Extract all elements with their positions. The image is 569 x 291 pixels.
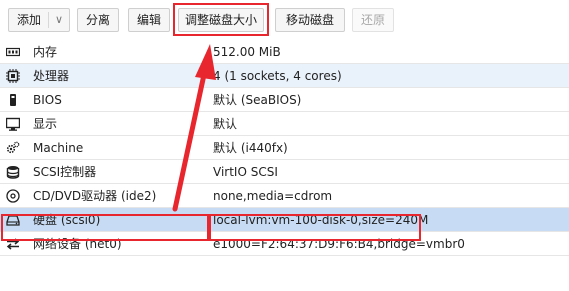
machine-icon (6, 141, 20, 154)
hardware-row-machine[interactable]: Machine 默认 (i440fx) (0, 136, 569, 160)
hardware-value: local-lvm:vm-100-disk-0,size=240M (213, 213, 429, 227)
hardware-row-cdrom[interactable]: CD/DVD驱动器 (ide2) none,media=cdrom (0, 184, 569, 208)
revert-button[interactable]: 还原 (352, 8, 394, 32)
hardware-row-memory[interactable]: 内存 512.00 MiB (0, 40, 569, 64)
add-button-label: 添加 (17, 13, 42, 27)
hardware-name: 网络设备 (net0) (33, 237, 122, 251)
hardware-row-harddisk[interactable]: 硬盘 (scsi0) local-lvm:vm-100-disk-0,size=… (0, 208, 569, 232)
edit-button[interactable]: 编辑 (128, 8, 170, 32)
storage-icon (6, 166, 20, 179)
hardware-value: 默认 (SeaBIOS) (213, 93, 302, 107)
network-icon (6, 238, 20, 250)
hardware-value: none,media=cdrom (213, 189, 333, 203)
move-disk-button[interactable]: 移动磁盘 (275, 8, 345, 32)
hardware-row-display[interactable]: 显示 默认 (0, 112, 569, 136)
hardware-value: e1000=F2:64:37:D9:F6:B4,bridge=vmbr0 (213, 237, 465, 251)
memory-icon (6, 47, 20, 57)
processor-icon (6, 69, 20, 83)
hardware-name: 硬盘 (scsi0) (33, 213, 101, 227)
hardware-name: 处理器 (33, 69, 70, 83)
toolbar: 添加 ∨ 分离 编辑 调整磁盘大小 移动磁盘 还原 (0, 0, 569, 40)
add-button[interactable]: 添加 ∨ (8, 8, 70, 32)
hardware-name: 显示 (33, 117, 58, 131)
harddisk-icon (6, 215, 20, 226)
resize-disk-button[interactable]: 调整磁盘大小 (178, 8, 264, 32)
hardware-name: BIOS (33, 93, 62, 107)
hardware-value: 512.00 MiB (213, 45, 281, 59)
cdrom-icon (6, 189, 20, 203)
hardware-name: Machine (33, 141, 84, 155)
hardware-row-scsi-controller[interactable]: SCSI控制器 VirtIO SCSI (0, 160, 569, 184)
hardware-value: 默认 (213, 117, 238, 131)
hardware-name: 内存 (33, 45, 58, 59)
detach-button[interactable]: 分离 (77, 8, 119, 32)
bios-icon (10, 94, 16, 106)
hardware-row-processor[interactable]: 处理器 4 (1 sockets, 4 cores) (0, 64, 569, 88)
hardware-name: CD/DVD驱动器 (ide2) (33, 189, 157, 203)
hardware-value: 默认 (i440fx) (213, 141, 288, 155)
hardware-row-bios[interactable]: BIOS 默认 (SeaBIOS) (0, 88, 569, 112)
display-icon (6, 117, 20, 131)
hardware-value: VirtIO SCSI (213, 165, 278, 179)
split-divider (48, 12, 49, 28)
chevron-down-icon[interactable]: ∨ (55, 9, 63, 31)
hardware-value: 4 (1 sockets, 4 cores) (213, 69, 342, 83)
hardware-name: SCSI控制器 (33, 165, 97, 179)
hardware-row-network[interactable]: 网络设备 (net0) e1000=F2:64:37:D9:F6:B4,brid… (0, 232, 569, 256)
